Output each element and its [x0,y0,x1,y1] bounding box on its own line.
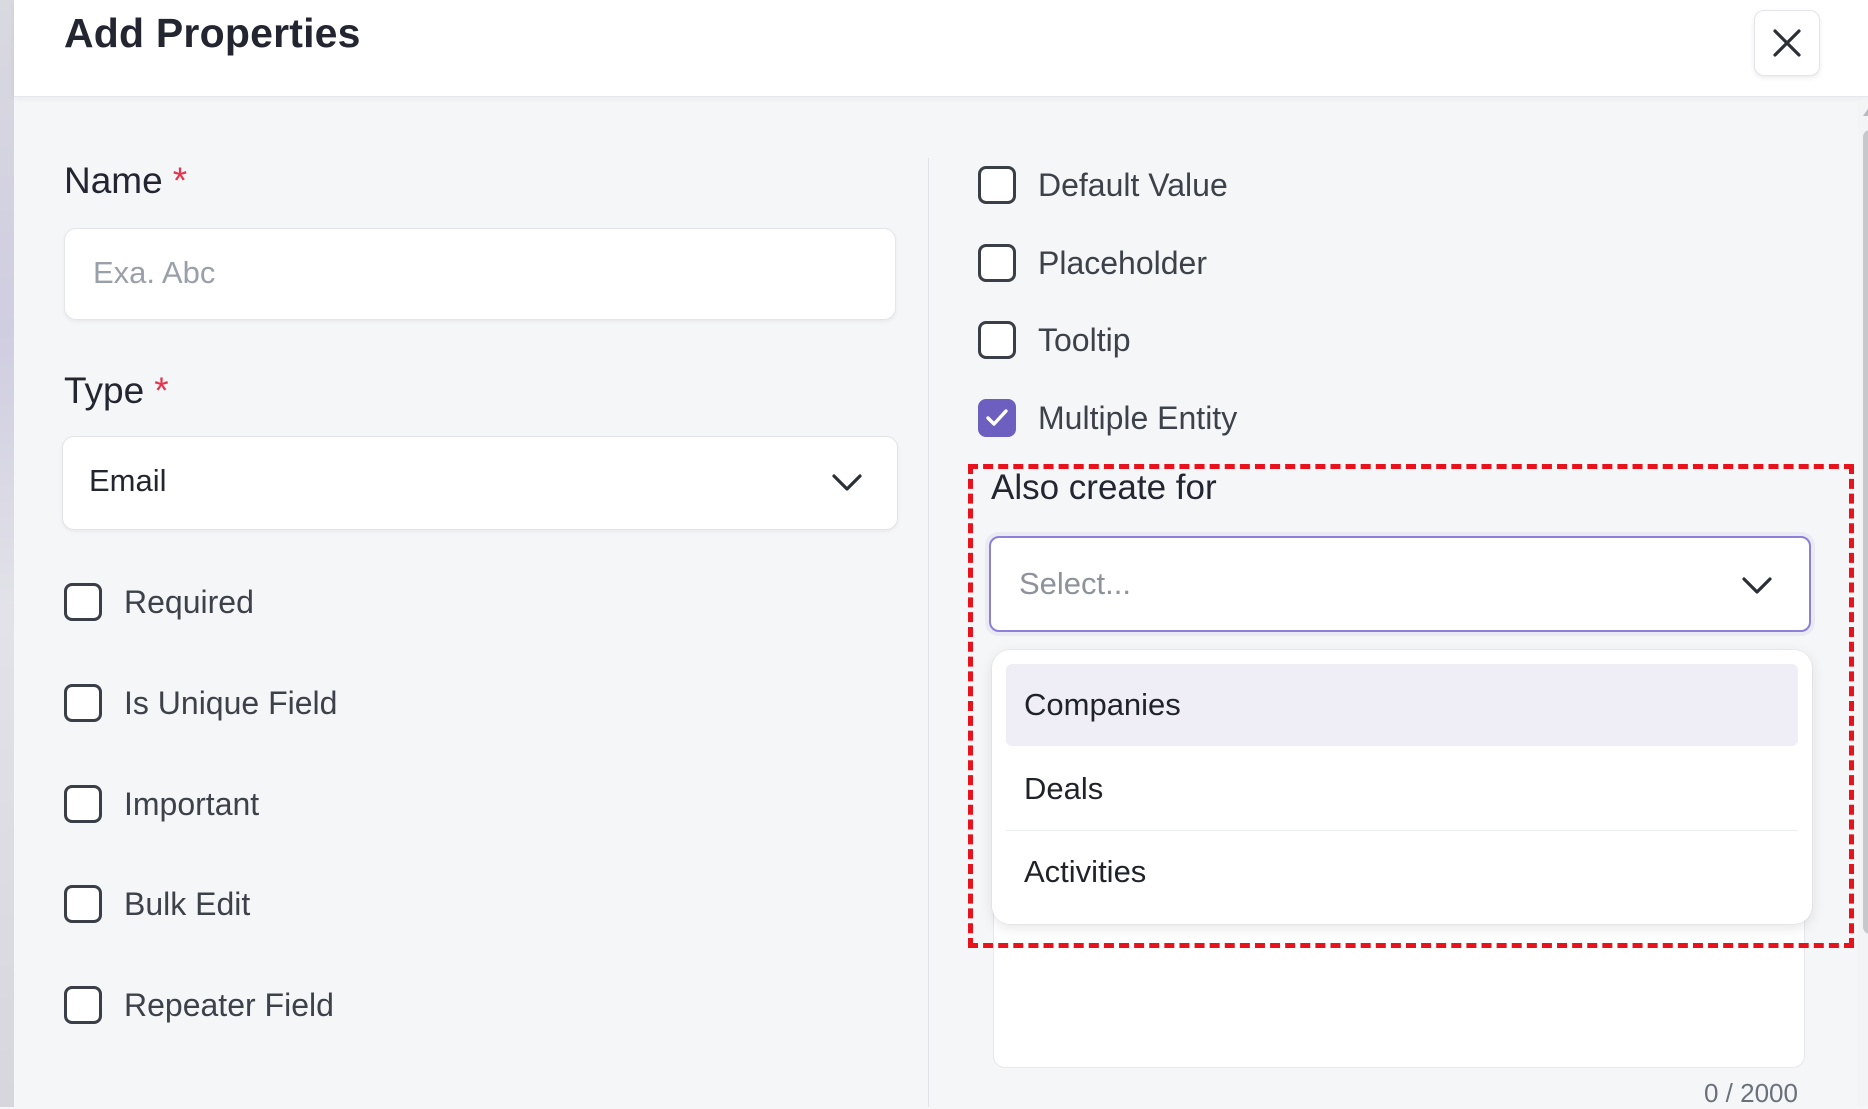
checkbox-box[interactable] [64,684,102,722]
dialog-header: Add Properties [14,0,1868,97]
option-companies[interactable]: Companies [1006,664,1798,746]
checkbox-label: Repeater Field [124,986,334,1023]
checkbox-important[interactable]: Important [64,781,259,827]
name-input-placeholder: Exa. Abc [93,255,216,290]
type-label: Type * [64,370,169,412]
checkbox-box[interactable] [64,885,102,923]
scrollbar[interactable] [1858,100,1868,1107]
char-counter: 0 / 2000 [1704,1078,1798,1108]
checkbox-placeholder[interactable]: Placeholder [978,240,1207,286]
column-divider [928,158,929,1107]
select-placeholder: Select... [1019,566,1131,601]
checkbox-bulk-edit[interactable]: Bulk Edit [64,881,250,927]
checkbox-box[interactable] [978,166,1016,204]
chevron-down-icon [832,474,862,491]
checkbox-default-value[interactable]: Default Value [978,162,1228,208]
checkbox-label: Required [124,583,254,620]
type-select[interactable]: Email [62,436,898,530]
checkbox-required[interactable]: Required [64,579,254,625]
checkbox-label: Bulk Edit [124,885,251,922]
checkbox-box[interactable] [978,244,1016,282]
checkbox-label: Multiple Entity [1038,399,1238,436]
name-label: Name * [64,160,187,202]
also-create-for-select[interactable]: Select... [989,536,1811,632]
checkbox-is-unique-field[interactable]: Is Unique Field [64,680,337,726]
checkbox-label: Tooltip [1038,321,1131,358]
background-overlay-strip [0,0,14,1107]
checkbox-repeater-field[interactable]: Repeater Field [64,982,334,1028]
scroll-up-arrow-icon[interactable] [1863,106,1868,116]
close-icon [1773,29,1801,57]
checkbox-box-checked[interactable] [978,399,1016,437]
name-input[interactable]: Exa. Abc [64,228,896,320]
add-properties-dialog: Add Properties Name * Exa. Abc Type * Emai… [14,0,1868,1108]
option-deals[interactable]: Deals [1006,748,1798,830]
type-select-value: Email [89,463,167,498]
checkbox-multiple-entity[interactable]: Multiple Entity [978,395,1237,441]
checkbox-box[interactable] [64,986,102,1024]
close-button[interactable] [1754,10,1820,76]
description-textarea[interactable] [993,900,1805,1068]
also-create-for-dropdown-menu: Companies Deals Activities [992,650,1812,924]
checkbox-box[interactable] [64,785,102,823]
chevron-down-icon [1742,577,1772,594]
checkbox-box[interactable] [978,321,1016,359]
also-create-for-label: Also create for [991,468,1217,507]
checkbox-tooltip[interactable]: Tooltip [978,317,1131,363]
checkbox-box[interactable] [64,583,102,621]
checkbox-label: Default Value [1038,166,1228,203]
checkbox-label: Is Unique Field [124,684,338,721]
required-asterisk: * [172,160,188,201]
type-label-text: Type [64,370,145,411]
checkbox-label: Placeholder [1038,244,1207,281]
option-activities[interactable]: Activities [1006,831,1798,913]
name-label-text: Name [64,160,163,201]
checkbox-label: Important [124,785,260,822]
scrollbar-thumb[interactable] [1863,130,1868,934]
required-asterisk: * [154,370,169,411]
checkmark-icon [986,409,1008,426]
dialog-title: Add Properties [64,10,361,56]
